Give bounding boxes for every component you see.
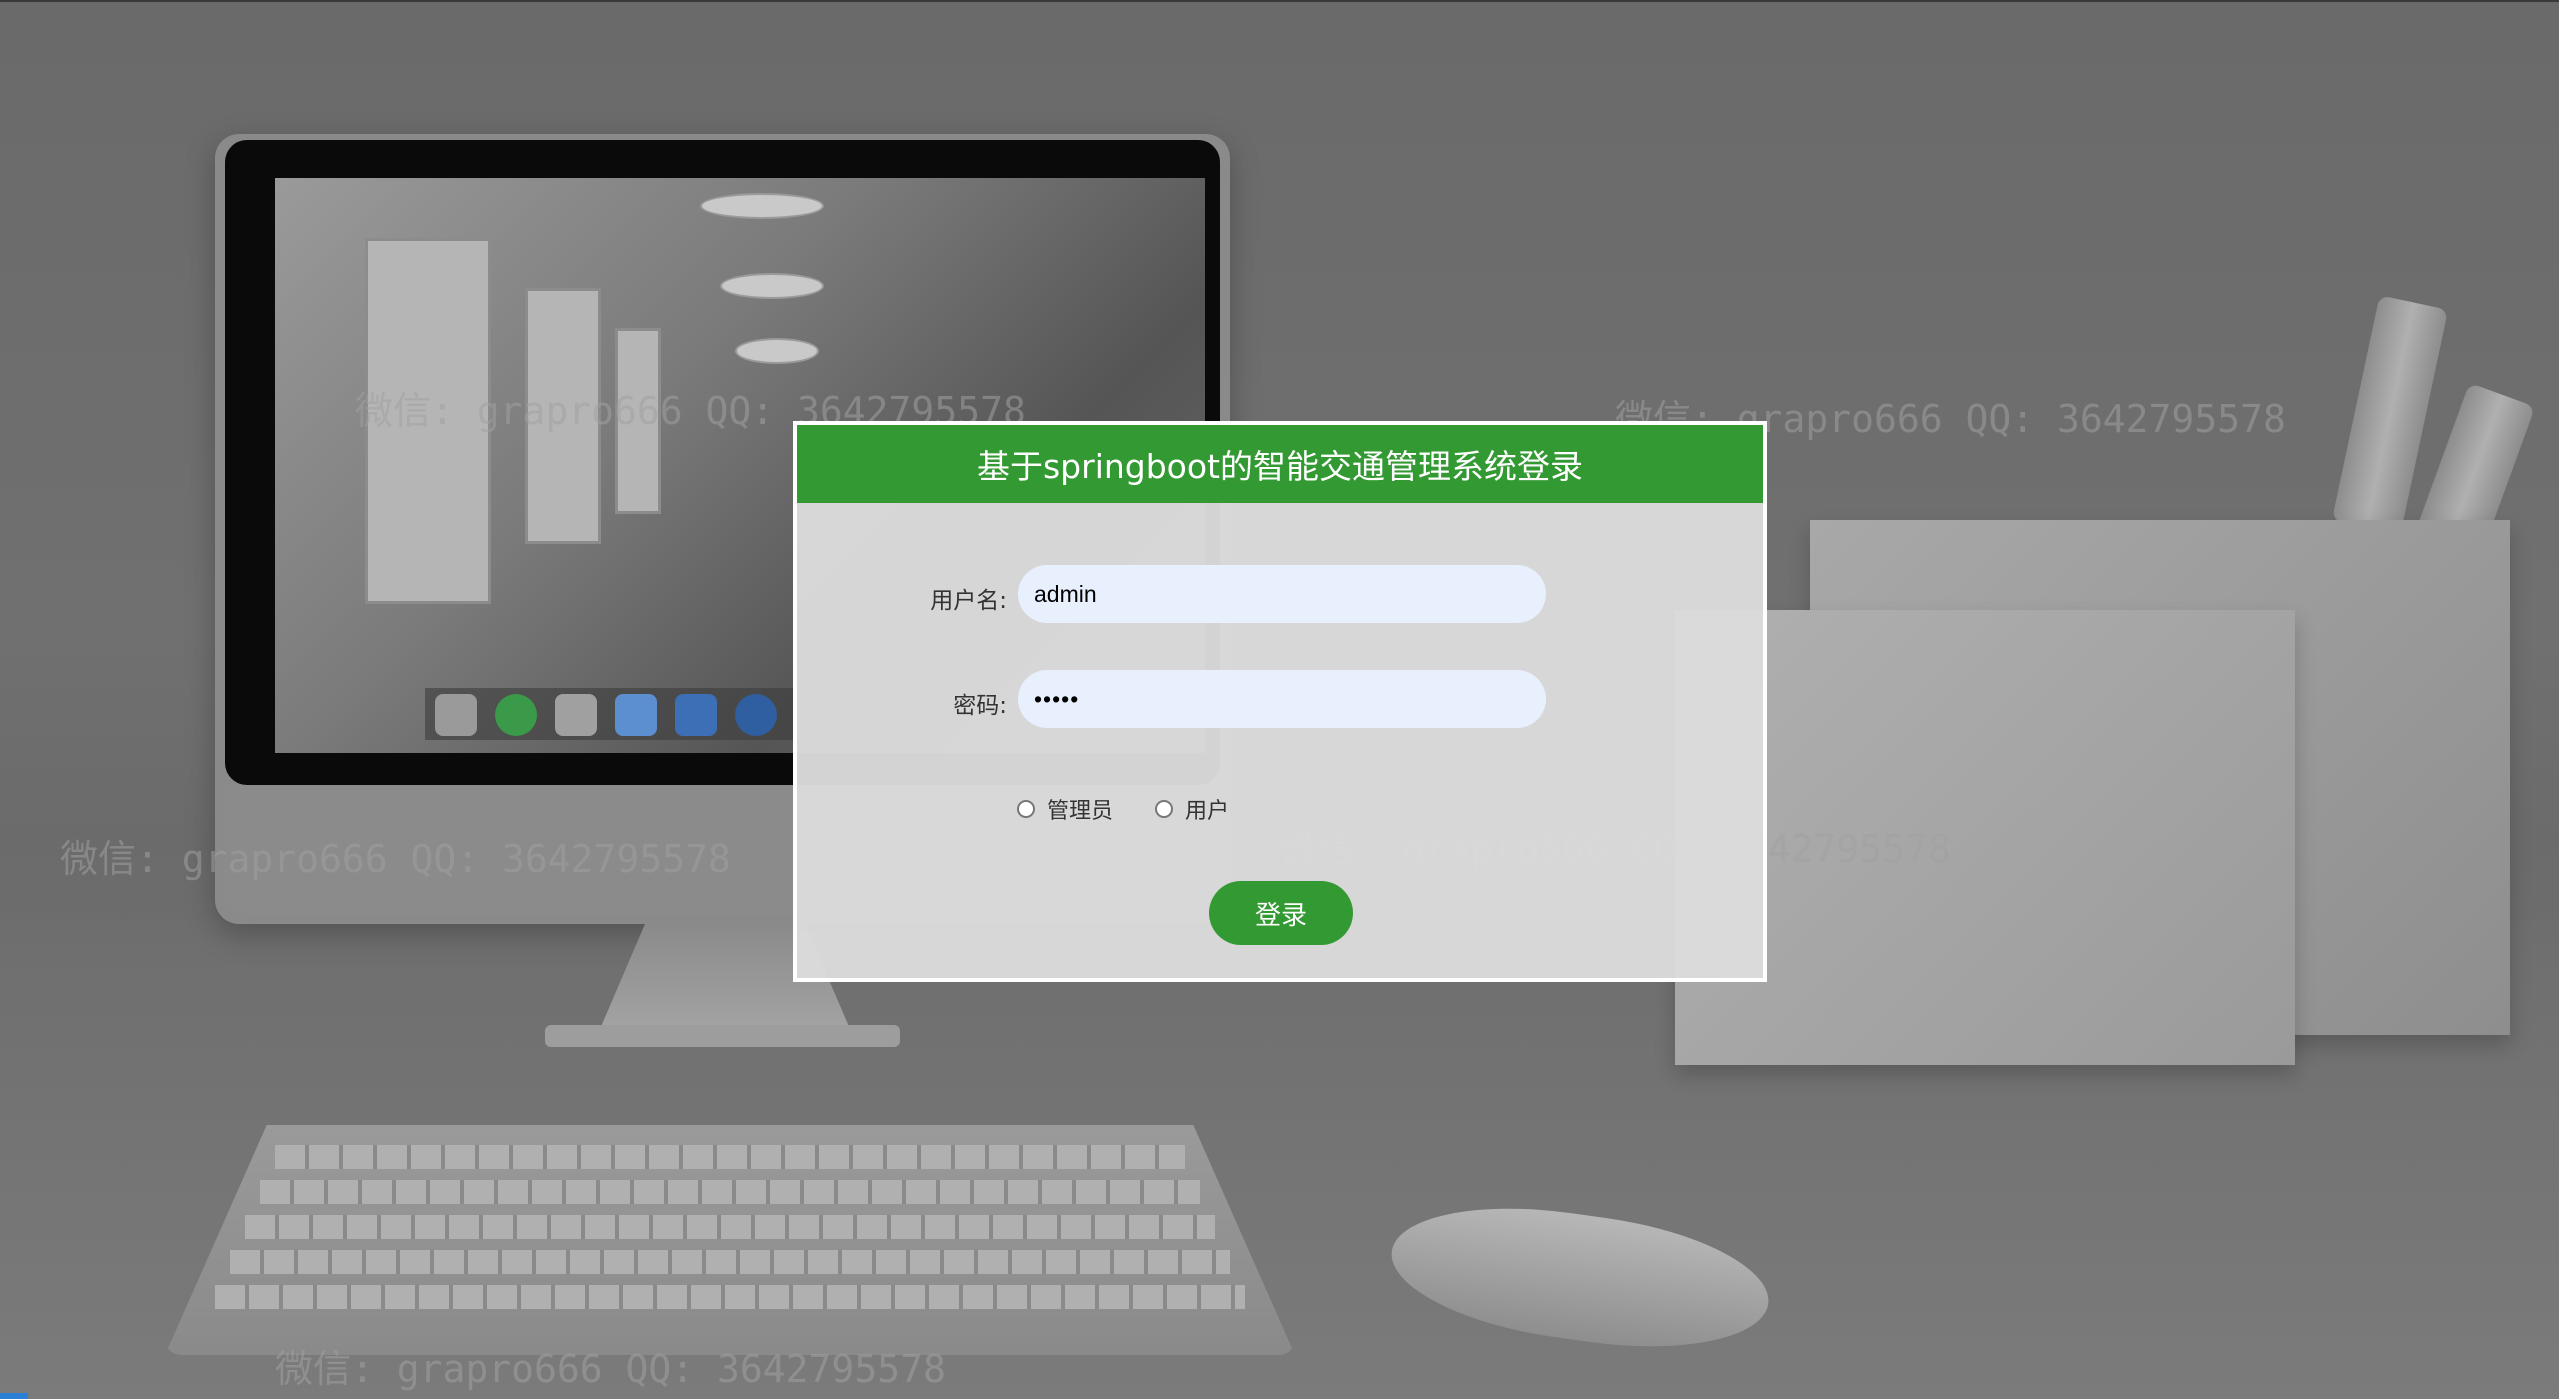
- keyboard-illustration: [165, 1125, 1295, 1355]
- bottom-accent: [0, 1393, 28, 1399]
- login-button[interactable]: 登录: [1209, 881, 1353, 945]
- ceiling-light: [720, 273, 824, 299]
- role-admin-label: 管理员: [1047, 799, 1114, 824]
- key-row: [245, 1215, 1215, 1239]
- monitor-foot: [545, 1025, 900, 1047]
- password-input[interactable]: [1018, 670, 1546, 728]
- login-title: 基于springboot的智能交通管理系统登录: [976, 447, 1583, 486]
- browser-icon: [495, 694, 537, 736]
- word-icon: [675, 694, 717, 736]
- role-radio-group: 管理员 用户: [1017, 793, 1271, 825]
- role-admin-option[interactable]: 管理员: [1017, 793, 1113, 825]
- username-label: 用户名:: [930, 588, 1007, 614]
- ceiling-light: [735, 338, 819, 364]
- key-row: [260, 1180, 1200, 1204]
- radio-circle[interactable]: [1017, 800, 1035, 818]
- ceiling-light: [700, 193, 824, 219]
- password-label: 密码:: [953, 693, 1007, 719]
- login-panel: 基于springboot的智能交通管理系统登录 用户名: 密码: 管理员 用户 …: [793, 421, 1767, 982]
- globe-icon: [735, 694, 777, 736]
- finder-icon: [555, 694, 597, 736]
- login-header: 基于springboot的智能交通管理系统登录: [797, 425, 1763, 503]
- key-row: [275, 1145, 1185, 1169]
- username-input[interactable]: [1018, 565, 1546, 623]
- messenger-icon: [615, 694, 657, 736]
- key-row: [215, 1285, 1245, 1309]
- watermark-text: 微信: grapro666 QQ: 3642795578: [275, 1347, 946, 1391]
- top-border: [0, 0, 2559, 2]
- radio-circle[interactable]: [1155, 800, 1174, 818]
- watermark-text: 微信: grapro666 QQ: 3642795578: [60, 837, 731, 881]
- key-row: [230, 1250, 1230, 1274]
- role-user-option[interactable]: 用户: [1155, 793, 1229, 825]
- computer-icon: [435, 694, 477, 736]
- role-user-label: 用户: [1185, 799, 1230, 824]
